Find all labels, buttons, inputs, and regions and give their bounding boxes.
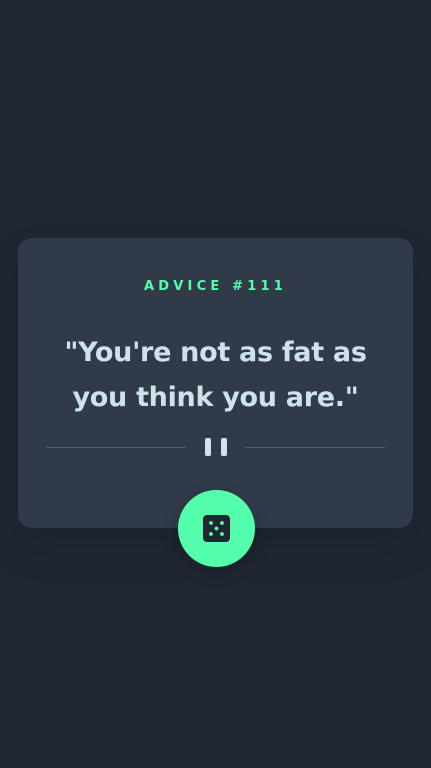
divider-line-left (46, 447, 186, 448)
divider-line-right (245, 447, 385, 448)
advice-card: ADVICE #111 "You're not as fat as you th… (18, 238, 413, 528)
advice-quote: "You're not as fat as you think you are.… (64, 337, 367, 413)
page: ADVICE #111 "You're not as fat as you th… (0, 0, 431, 768)
new-advice-button[interactable] (178, 490, 255, 567)
divider (46, 437, 385, 459)
dice-icon (203, 515, 230, 542)
pause-icon (204, 438, 227, 456)
advice-number: ADVICE #111 (144, 279, 287, 294)
